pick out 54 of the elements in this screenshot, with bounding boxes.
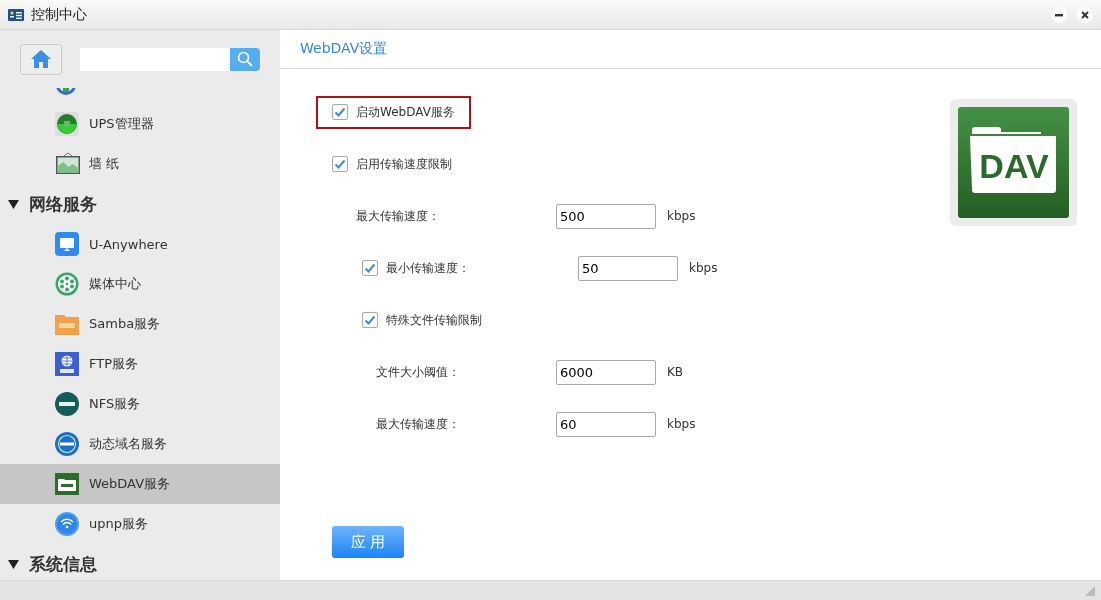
- checkbox-label: 启用传输速度限制: [356, 155, 452, 173]
- field-label: 文件大小阈值：: [376, 363, 461, 381]
- sidebar-item[interactable]: NFS服务: [0, 384, 280, 424]
- checkbox[interactable]: [362, 260, 378, 276]
- checkbox[interactable]: [362, 312, 378, 328]
- window-title: 控制中心: [31, 5, 87, 24]
- input-field[interactable]: 50: [578, 255, 678, 281]
- close-button[interactable]: [1077, 6, 1093, 23]
- unit-label: kbps: [667, 209, 696, 223]
- resize-grip-icon[interactable]: [1085, 586, 1095, 596]
- folder-icon: [55, 473, 79, 495]
- control-panel-icon: [8, 8, 24, 21]
- field-label: 最大传输速度：: [356, 207, 441, 225]
- sidebar-item[interactable]: UPS管理器: [0, 104, 280, 144]
- search-icon: [237, 51, 253, 67]
- sidebar-item[interactable]: 动态域名服务: [0, 424, 280, 464]
- checkbox[interactable]: [332, 104, 348, 120]
- wifi-icon: [55, 512, 79, 536]
- sidebar-item[interactable]: 媒体中心: [0, 264, 280, 304]
- folder-icon: [55, 313, 79, 335]
- disc-icon: [55, 392, 79, 416]
- checkbox-label: 最小传输速度：: [386, 259, 471, 277]
- checkbox-label: 特殊文件传输限制: [386, 311, 482, 329]
- checkbox[interactable]: [332, 156, 348, 172]
- group-label: 网络服务: [29, 192, 97, 216]
- minimize-button[interactable]: [1051, 6, 1067, 23]
- checkbox-label: 启动WebDAV服务: [356, 103, 455, 121]
- sidebar-item[interactable]: WebDAV服务: [0, 464, 280, 504]
- sidebar-item[interactable]: FTP服务: [0, 344, 280, 384]
- sidebar-item[interactable]: U-Anywhere: [0, 224, 280, 264]
- folder-icon: [958, 107, 1069, 218]
- group-header[interactable]: 网络服务: [0, 184, 280, 224]
- field-label: 最大传输速度：: [376, 415, 461, 433]
- input-field[interactable]: 60: [556, 411, 656, 437]
- unit-label: kbps: [667, 417, 696, 431]
- page-title: WebDAV设置: [300, 40, 388, 58]
- sidebar-item[interactable]: upnp服务: [0, 504, 280, 544]
- input-field[interactable]: 500: [556, 203, 656, 229]
- unit-label: kbps: [689, 261, 718, 275]
- home-button[interactable]: [20, 43, 62, 75]
- home-icon: [30, 49, 52, 69]
- logo-text: DAV: [979, 147, 1049, 185]
- landscape-icon: [55, 152, 81, 176]
- search-field[interactable]: [80, 47, 230, 71]
- group-header[interactable]: 系统信息: [0, 544, 280, 580]
- close-icon: [1081, 10, 1089, 19]
- input-field[interactable]: 6000: [556, 359, 656, 385]
- sidebar-item[interactable]: Samba服务: [0, 304, 280, 344]
- unit-label: KB: [667, 365, 684, 379]
- search-button[interactable]: [230, 47, 260, 71]
- sidebar-item[interactable]: 墙 纸: [0, 144, 280, 184]
- group-label: 系统信息: [29, 552, 97, 576]
- film-reel-icon: [55, 272, 79, 296]
- monitor-icon: [55, 232, 79, 256]
